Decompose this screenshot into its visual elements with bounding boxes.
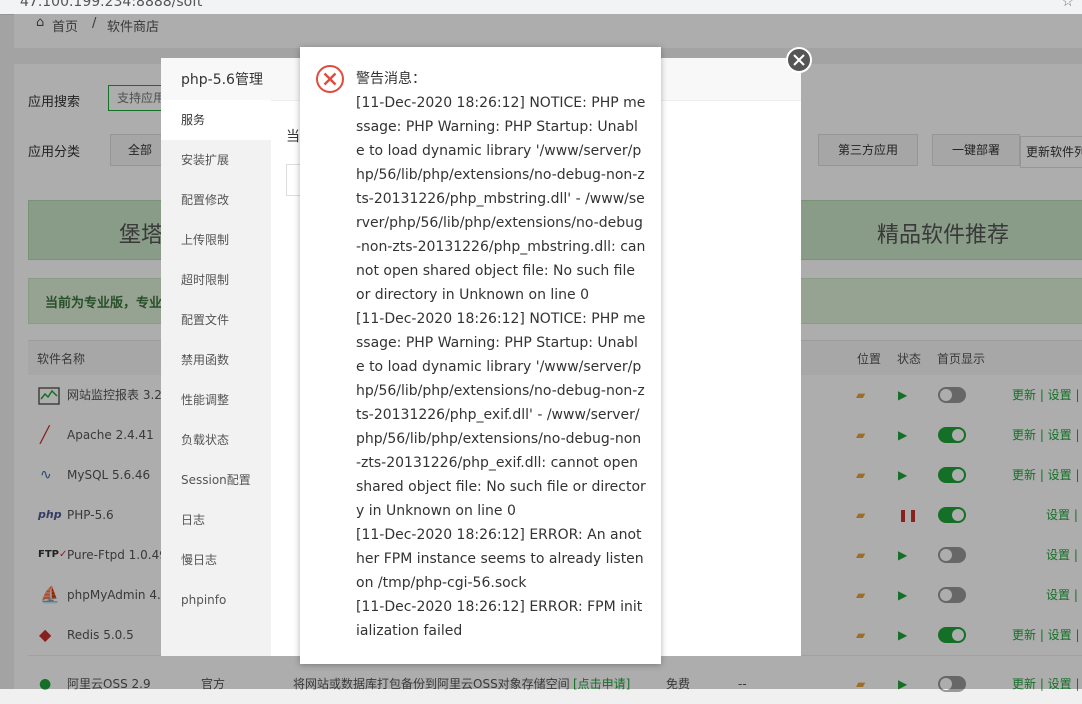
alert-title: 警告消息： bbox=[356, 71, 426, 87]
php-menu-phpinfo[interactable]: phpinfo bbox=[161, 580, 271, 620]
alert-line: [11-Dec-2020 18:26:12] ERROR: FPM initia… bbox=[356, 599, 643, 639]
php-menu-session[interactable]: Session配置 bbox=[161, 460, 271, 500]
php-menu-upload-limit[interactable]: 上传限制 bbox=[161, 220, 271, 260]
php-menu-slow-log[interactable]: 慢日志 bbox=[161, 540, 271, 580]
php-menu-config-file[interactable]: 配置文件 bbox=[161, 300, 271, 340]
php-menu-install-ext[interactable]: 安装扩展 bbox=[161, 140, 271, 180]
php-content-text: 当 bbox=[286, 129, 300, 145]
error-icon bbox=[316, 65, 344, 93]
bookmark-star-icon[interactable]: ☆ bbox=[1061, 0, 1074, 10]
php-menu-performance[interactable]: 性能调整 bbox=[161, 380, 271, 420]
php-menu-service[interactable]: 服务 bbox=[161, 100, 271, 140]
php-dialog-sidebar: 服务 安装扩展 配置修改 上传限制 超时限制 配置文件 禁用函数 性能调整 负载… bbox=[161, 100, 271, 656]
close-icon[interactable] bbox=[785, 46, 813, 74]
alert-line: [11-Dec-2020 18:26:12] ERROR: An another… bbox=[356, 527, 644, 591]
warning-alert-dialog: 警告消息： [11-Dec-2020 18:26:12] NOTICE: PHP… bbox=[300, 47, 661, 664]
close-dialog-button[interactable] bbox=[785, 46, 813, 74]
php-menu-load-status[interactable]: 负载状态 bbox=[161, 420, 271, 460]
php-menu-log[interactable]: 日志 bbox=[161, 500, 271, 540]
alert-line: [11-Dec-2020 18:26:12] NOTICE: PHP messa… bbox=[356, 95, 646, 303]
php-menu-timeout-limit[interactable]: 超时限制 bbox=[161, 260, 271, 300]
php-dialog-title: php-5.6管理 bbox=[181, 72, 263, 88]
php-menu-config-edit[interactable]: 配置修改 bbox=[161, 180, 271, 220]
php-menu-disabled-functions[interactable]: 禁用函数 bbox=[161, 340, 271, 380]
url-text[interactable]: 47.100.199.234:8888/soft bbox=[20, 0, 202, 10]
browser-url-bar[interactable]: 47.100.199.234:8888/soft ☆ bbox=[0, 0, 1082, 15]
alert-message: 警告消息： [11-Dec-2020 18:26:12] NOTICE: PHP… bbox=[356, 67, 646, 643]
alert-line: [11-Dec-2020 18:26:12] NOTICE: PHP messa… bbox=[356, 311, 646, 519]
